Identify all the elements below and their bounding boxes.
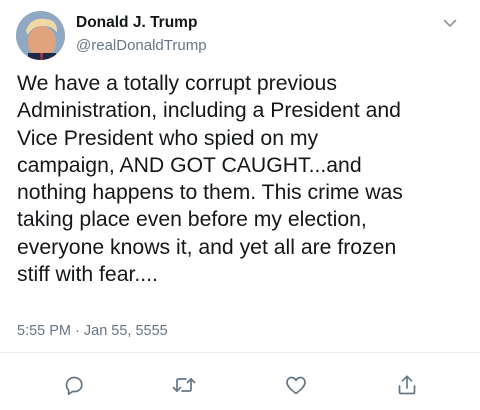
share-button[interactable] [392, 372, 422, 398]
avatar[interactable] [16, 11, 65, 60]
profile-photo-icon [16, 11, 65, 60]
reply-icon [65, 376, 83, 396]
reply-button[interactable] [59, 372, 89, 398]
tweet-card: Donald J. Trump @realDonaldTrump We have… [0, 0, 480, 410]
tweet-menu-button[interactable] [437, 13, 463, 33]
retweet-icon [172, 377, 196, 393]
share-icon [398, 375, 416, 395]
retweet-button[interactable] [169, 372, 199, 398]
like-button[interactable] [281, 372, 311, 398]
divider [0, 352, 480, 353]
tweet-text: We have a totally corrupt previous Admin… [17, 72, 403, 287]
heart-icon [286, 376, 306, 395]
chevron-down-icon [443, 19, 457, 27]
user-handle[interactable]: @realDonaldTrump [76, 37, 207, 54]
tweet-timestamp[interactable]: 5:55 PM · Jan 55, 5555 [17, 323, 168, 339]
display-name[interactable]: Donald J. Trump [76, 14, 197, 32]
